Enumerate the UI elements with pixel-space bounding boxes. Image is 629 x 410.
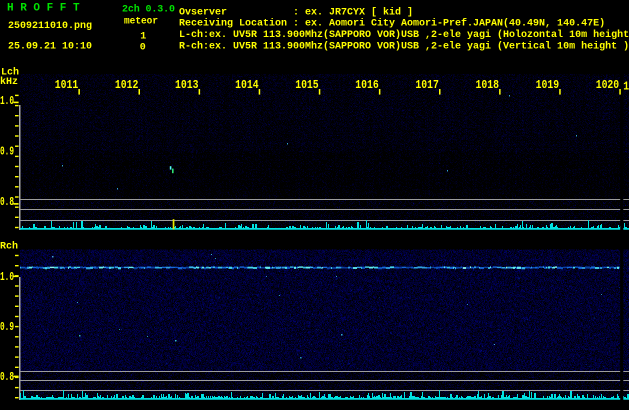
svg-text:1019: 1019 [536, 78, 560, 92]
svg-text:1020: 1020 [596, 78, 620, 92]
svg-text:0: 0 [140, 43, 146, 54]
svg-text:10: 10 [623, 80, 629, 94]
svg-text:Ovserver : ex. JR7CY: Ovserver : ex. JR7CYX [ kid ] [179, 6, 413, 18]
svg-text:1016: 1016 [355, 78, 379, 92]
svg-text:1015: 1015 [295, 78, 319, 92]
svg-text:1018: 1018 [476, 78, 500, 92]
svg-text:0.8: 0.8 [0, 370, 14, 384]
svg-text:H R O F F T: H R O F F T [7, 3, 80, 15]
svg-text:Rch: Rch [0, 240, 18, 252]
svg-text:1.0: 1.0 [0, 94, 14, 108]
svg-text:1.0: 1.0 [0, 270, 14, 284]
svg-text:1011: 1011 [55, 78, 79, 92]
svg-text:0.9: 0.9 [0, 320, 14, 334]
svg-text:1012: 1012 [115, 78, 138, 92]
svg-text:meteor: meteor [124, 17, 158, 28]
svg-text:Receiving Location : ex. Aomor: Receiving Location : ex. Aomori City Aom… [179, 18, 605, 30]
svg-text:2509211010.png: 2509211010.png [8, 21, 92, 32]
svg-text:R-ch:ex. UV5R 113.900Mhz(SAPPO: R-ch:ex. UV5R 113.900Mhz(SAPPORO VOR)USB… [179, 40, 629, 52]
svg-text:1: 1 [140, 32, 146, 43]
svg-text:kHz: kHz [0, 76, 18, 88]
svg-text:0.8: 0.8 [0, 195, 14, 209]
svg-text:1014: 1014 [235, 78, 259, 92]
svg-text:L-ch:ex. UV5R 113.900Mhz(SAPPO: L-ch:ex. UV5R 113.900Mhz(SAPPORO VOR)USB… [179, 29, 629, 41]
svg-text:1017: 1017 [415, 78, 439, 92]
svg-text:2ch 0.3.0: 2ch 0.3.0 [122, 4, 175, 16]
svg-text:1013: 1013 [175, 78, 199, 92]
svg-text:0.9: 0.9 [0, 145, 14, 159]
svg-text:25.09.21 10:10: 25.09.21 10:10 [8, 42, 92, 53]
